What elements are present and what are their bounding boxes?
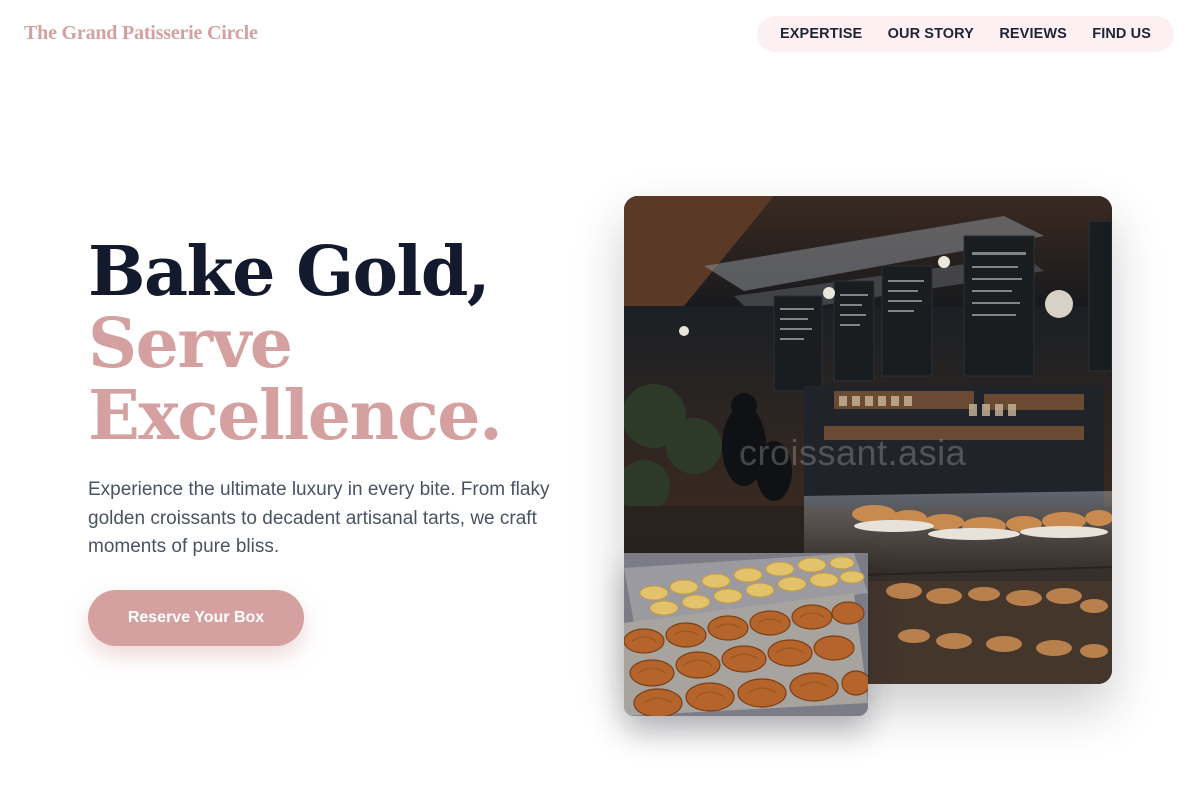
pastry-tray-photo <box>624 553 868 716</box>
nav-item-find-us[interactable]: FIND US <box>1092 26 1151 42</box>
photo-watermark: croissant.asia <box>739 432 967 473</box>
hero-subtext: Experience the ultimate luxury in every … <box>88 479 550 557</box>
nav-item-our-story[interactable]: OUR STORY <box>888 26 974 42</box>
headline-line-3: Excellence. <box>88 376 503 456</box>
reserve-box-button[interactable]: Reserve Your Box <box>88 590 304 646</box>
headline-line-1: Bake Gold, <box>88 232 491 312</box>
hero-headline: Bake Gold, Serve Excellence. <box>88 236 608 452</box>
nav-item-reviews[interactable]: REVIEWS <box>999 26 1067 42</box>
nav-item-expertise[interactable]: EXPERTISE <box>780 26 862 42</box>
main-nav: EXPERTISE OUR STORY REVIEWS FIND US <box>757 16 1174 52</box>
headline-line-2: Serve <box>88 304 293 384</box>
brand-logo[interactable]: The Grand Patisserie Circle <box>24 22 258 45</box>
